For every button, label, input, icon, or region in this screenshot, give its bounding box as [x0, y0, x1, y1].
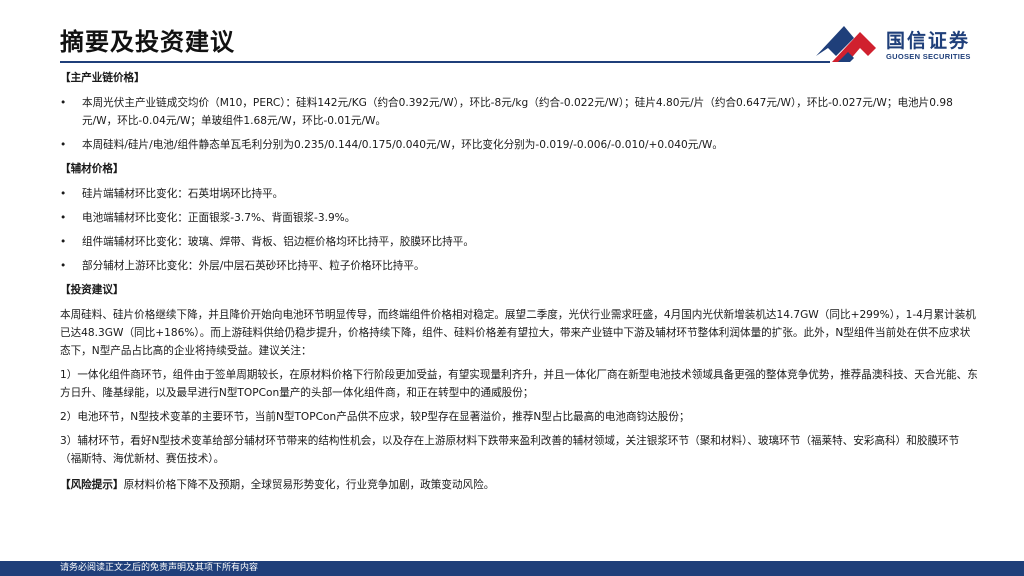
- investment-paragraph: 1）一体化组件商环节，组件由于签单周期较长，在原材料价格下行阶段更加受益，有望实…: [60, 369, 978, 399]
- title-divider: [60, 61, 830, 63]
- section-heading-aux-price: 【辅材价格】: [60, 163, 124, 175]
- bullet-item: • 电池端辅材环比变化：正面银浆-3.7%、背面银浆-3.9%。: [60, 209, 980, 227]
- bullet-item: • 本周光伏主产业链成交均价（M10，PERC）：硅料142元/KG（约合0.3…: [60, 94, 980, 130]
- guosen-logo-mark-icon: [816, 26, 876, 62]
- footer-bar: 请务必阅读正文之后的免责声明及其项下所有内容: [0, 561, 1024, 576]
- bullet-icon: •: [60, 188, 67, 200]
- section-heading-investment: 【投资建议】: [60, 284, 124, 296]
- bullet-text: 组件端辅材环比变化：玻璃、焊带、背板、铝边框价格均环比持平，胶膜环比持平。: [82, 236, 474, 248]
- logo-text-en: GUOSEN SECURITIES: [886, 52, 971, 61]
- bullet-icon: •: [60, 139, 67, 151]
- bullet-icon: •: [60, 97, 67, 109]
- company-logo: 国信证券 GUOSEN SECURITIES: [814, 22, 1014, 66]
- bullet-icon: •: [60, 260, 67, 272]
- bullet-text: 部分辅材上游环比变化：外层/中层石英砂环比持平、粒子价格环比持平。: [82, 260, 425, 272]
- investment-paragraph: 本周硅料、硅片价格继续下降，并且降价开始向电池环节明显传导，而终端组件价格相对稳…: [60, 309, 976, 357]
- bullet-text: 硅片端辅材环比变化：石英坩埚环比持平。: [82, 188, 284, 200]
- section-heading-main-chain-price: 【主产业链价格】: [60, 72, 145, 84]
- investment-paragraph: 3）辅材环节，看好N型技术变革给部分辅材环节带来的结构性机会，以及存在上游原材料…: [60, 435, 960, 465]
- bullet-item: • 组件端辅材环比变化：玻璃、焊带、背板、铝边框价格均环比持平，胶膜环比持平。: [60, 233, 980, 251]
- bullet-item: • 本周硅料/硅片/电池/组件静态单瓦毛利分别为0.235/0.144/0.17…: [60, 136, 980, 154]
- bullet-text: 本周光伏主产业链成交均价（M10，PERC）：硅料142元/KG（约合0.392…: [82, 97, 953, 127]
- logo-text-cn: 国信证券: [886, 30, 971, 52]
- risk-paragraph: 【风险提示】原材料价格下降不及预期，全球贸易形势变化，行业竞争加剧，政策变动风险…: [60, 476, 980, 494]
- footer-disclaimer: 请务必阅读正文之后的免责声明及其项下所有内容: [60, 563, 259, 573]
- bullet-icon: •: [60, 212, 67, 224]
- risk-text: 原材料价格下降不及预期，全球贸易形势变化，行业竞争加剧，政策变动风险。: [123, 479, 495, 491]
- summary-content: 【主产业链价格】 • 本周光伏主产业链成交均价（M10，PERC）：硅料142元…: [60, 69, 980, 500]
- page-title: 摘要及投资建议: [60, 28, 235, 56]
- risk-label: 【风险提示】: [60, 479, 124, 491]
- bullet-item: • 部分辅材上游环比变化：外层/中层石英砂环比持平、粒子价格环比持平。: [60, 257, 980, 275]
- bullet-text: 本周硅料/硅片/电池/组件静态单瓦毛利分别为0.235/0.144/0.175/…: [82, 139, 723, 151]
- bullet-text: 电池端辅材环比变化：正面银浆-3.7%、背面银浆-3.9%。: [82, 212, 356, 224]
- bullet-icon: •: [60, 236, 67, 248]
- investment-paragraph: 2）电池环节，N型技术变革的主要环节，当前N型TOPCon产品供不应求，较P型存…: [60, 411, 690, 423]
- bullet-item: • 硅片端辅材环比变化：石英坩埚环比持平。: [60, 185, 980, 203]
